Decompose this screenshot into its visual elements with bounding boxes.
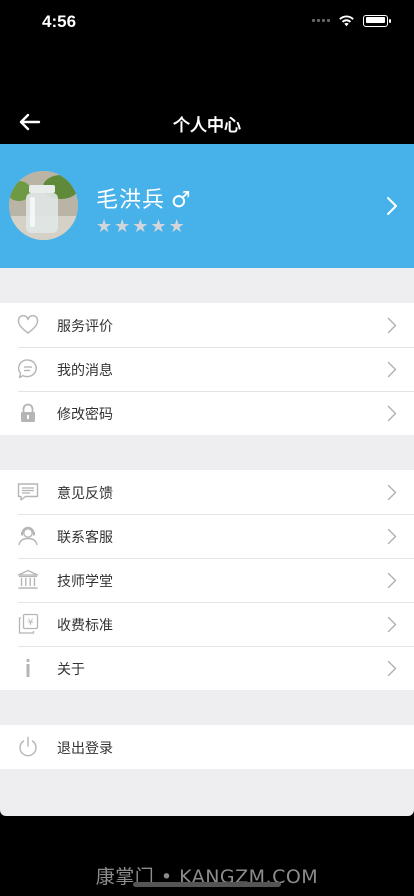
chevron-right-icon	[387, 660, 397, 677]
menu-item-label: 我的消息	[57, 363, 113, 379]
menu-item-label: 技师学堂	[57, 574, 113, 590]
chevron-right-icon	[387, 484, 397, 501]
menu-item-heart-outline[interactable]: 服务评价	[0, 303, 414, 347]
heart-outline-icon	[17, 314, 39, 334]
wifi-icon	[339, 15, 354, 27]
menu-item-label: 修改密码	[57, 407, 113, 423]
avatar[interactable]	[9, 171, 78, 240]
star-icon: ★	[114, 216, 131, 237]
chevron-right-icon	[387, 317, 397, 334]
app-content: 毛洪兵 ♂ ★ ★ ★ ★ ★ 服务评价 我的消息 修改密码 意见反馈 联系客服 技师学堂 ¥ 收费标…	[0, 144, 414, 816]
feedback-message-icon	[17, 483, 39, 501]
chat-bubble-icon	[17, 359, 37, 379]
lock-icon	[21, 403, 35, 422]
menu-item-chat-bubble[interactable]: 我的消息	[0, 347, 414, 391]
star-icon: ★	[96, 216, 113, 237]
menu-group-logout: 退出登录	[0, 725, 414, 769]
avatar-photo	[9, 171, 78, 240]
menu-item-label: 退出登录	[57, 741, 113, 757]
male-gender-icon: ♂	[171, 188, 192, 213]
menu-group-account: 服务评价我的消息修改密码	[0, 303, 414, 435]
menu-item-label: 收费标准	[57, 618, 113, 634]
star-icon: ★	[168, 216, 185, 237]
rating-stars: ★ ★ ★ ★ ★	[96, 218, 185, 236]
price-yen-icon: ¥	[18, 613, 39, 634]
menu-item-label: 服务评价	[57, 319, 113, 335]
home-indicator	[133, 882, 281, 887]
menu-item-label: 联系客服	[57, 530, 113, 546]
menu-item-customer-service[interactable]: 联系客服	[0, 514, 414, 558]
menu-item-info[interactable]: 关于	[0, 646, 414, 690]
star-icon: ★	[132, 216, 149, 237]
menu-group-support: 意见反馈联系客服技师学堂 ¥ 收费标准关于	[0, 470, 414, 690]
profile-header[interactable]: 毛洪兵 ♂ ★ ★ ★ ★ ★	[0, 144, 414, 268]
menu-item-label: 意见反馈	[57, 486, 113, 502]
status-time: 4:56	[42, 12, 77, 31]
menu-item-lock[interactable]: 修改密码	[0, 391, 414, 435]
user-name: 毛洪兵 ♂	[96, 182, 192, 214]
menu-item-school-building[interactable]: 技师学堂	[0, 558, 414, 602]
menu-item-power[interactable]: 退出登录	[0, 725, 414, 769]
info-icon	[26, 658, 30, 677]
chevron-right-icon	[387, 616, 397, 633]
chevron-right-icon	[387, 528, 397, 545]
navigation-bar: 个人中心	[0, 100, 414, 144]
svg-text:¥: ¥	[28, 618, 34, 628]
menu-item-price-yen[interactable]: ¥ 收费标准	[0, 602, 414, 646]
menu-item-label: 关于	[57, 662, 85, 678]
chevron-right-icon	[387, 572, 397, 589]
status-icons	[312, 14, 391, 27]
cellular-signal-icon	[312, 19, 330, 22]
user-name-text: 毛洪兵	[96, 188, 166, 213]
menu-item-feedback-message[interactable]: 意见反馈	[0, 470, 414, 514]
status-bar: 4:56	[0, 0, 414, 48]
battery-icon	[363, 14, 391, 27]
chevron-right-icon	[387, 405, 397, 422]
school-building-icon	[17, 569, 39, 589]
customer-service-icon	[18, 526, 38, 546]
page-title: 个人中心	[173, 116, 241, 136]
chevron-right-icon	[387, 197, 397, 215]
chevron-right-icon	[387, 361, 397, 378]
power-icon	[19, 736, 37, 757]
star-icon: ★	[150, 216, 167, 237]
